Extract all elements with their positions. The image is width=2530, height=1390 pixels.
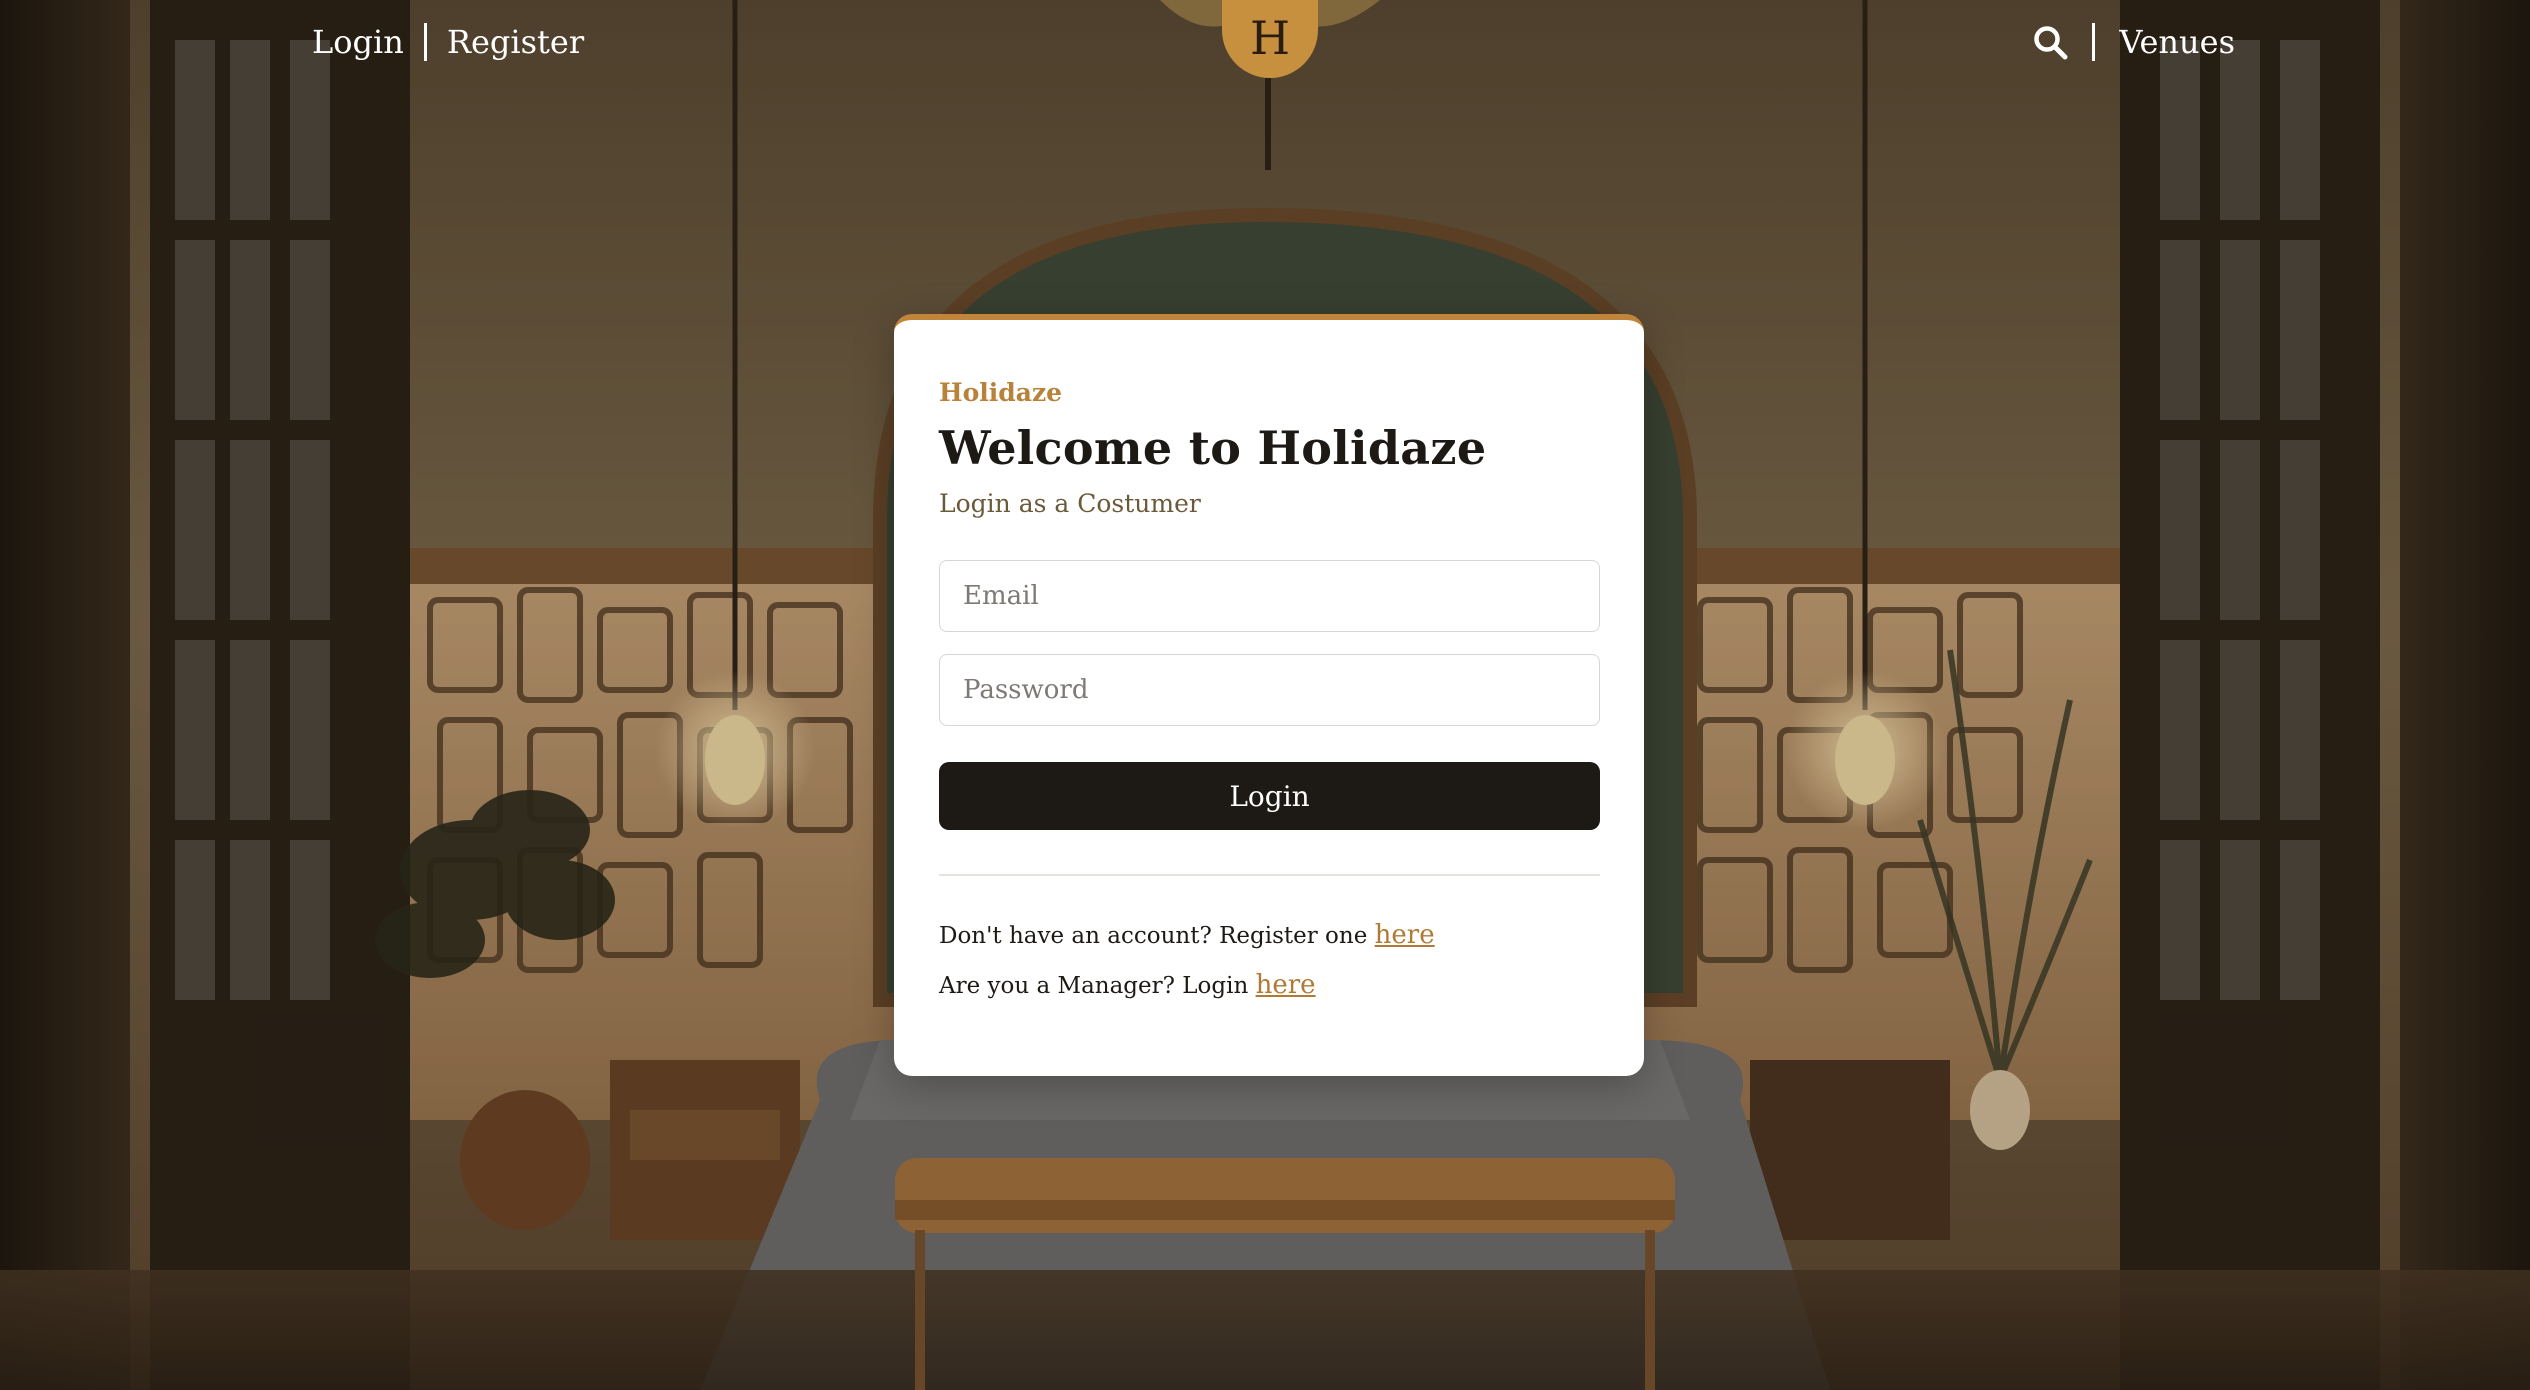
logo-letter: H <box>1249 11 1291 65</box>
login-button[interactable]: Login <box>939 762 1600 830</box>
email-field[interactable] <box>939 560 1600 632</box>
page: Login Register H Venues Holidaze Welcome… <box>0 0 2530 1390</box>
password-field[interactable] <box>939 654 1600 726</box>
register-prompt: Don't have an account? Register one here <box>939 920 1599 950</box>
nav-register-link[interactable]: Register <box>447 23 584 61</box>
manager-prompt: Are you a Manager? Login here <box>939 970 1599 1000</box>
nav-divider <box>423 23 427 61</box>
register-prompt-text: Don't have an account? Register one <box>939 922 1368 949</box>
nav-right: Venues <box>2032 18 2235 66</box>
divider <box>939 874 1600 876</box>
register-here-link[interactable]: here <box>1375 920 1435 950</box>
brand-label: Holidaze <box>939 378 1063 407</box>
login-card: Holidaze Welcome to Holidaze Login as a … <box>894 314 1644 1076</box>
nav-auth-links: Login Register <box>312 18 584 66</box>
page-subtitle: Login as a Costumer <box>939 489 1201 518</box>
nav-login-link[interactable]: Login <box>312 23 404 61</box>
page-title: Welcome to Holidaze <box>939 421 1487 475</box>
nav-venues-link[interactable]: Venues <box>2119 23 2235 61</box>
manager-here-link[interactable]: here <box>1256 970 1316 1000</box>
nav-divider <box>2092 23 2096 61</box>
manager-prompt-text: Are you a Manager? Login <box>939 972 1249 999</box>
search-icon[interactable] <box>2032 24 2068 60</box>
